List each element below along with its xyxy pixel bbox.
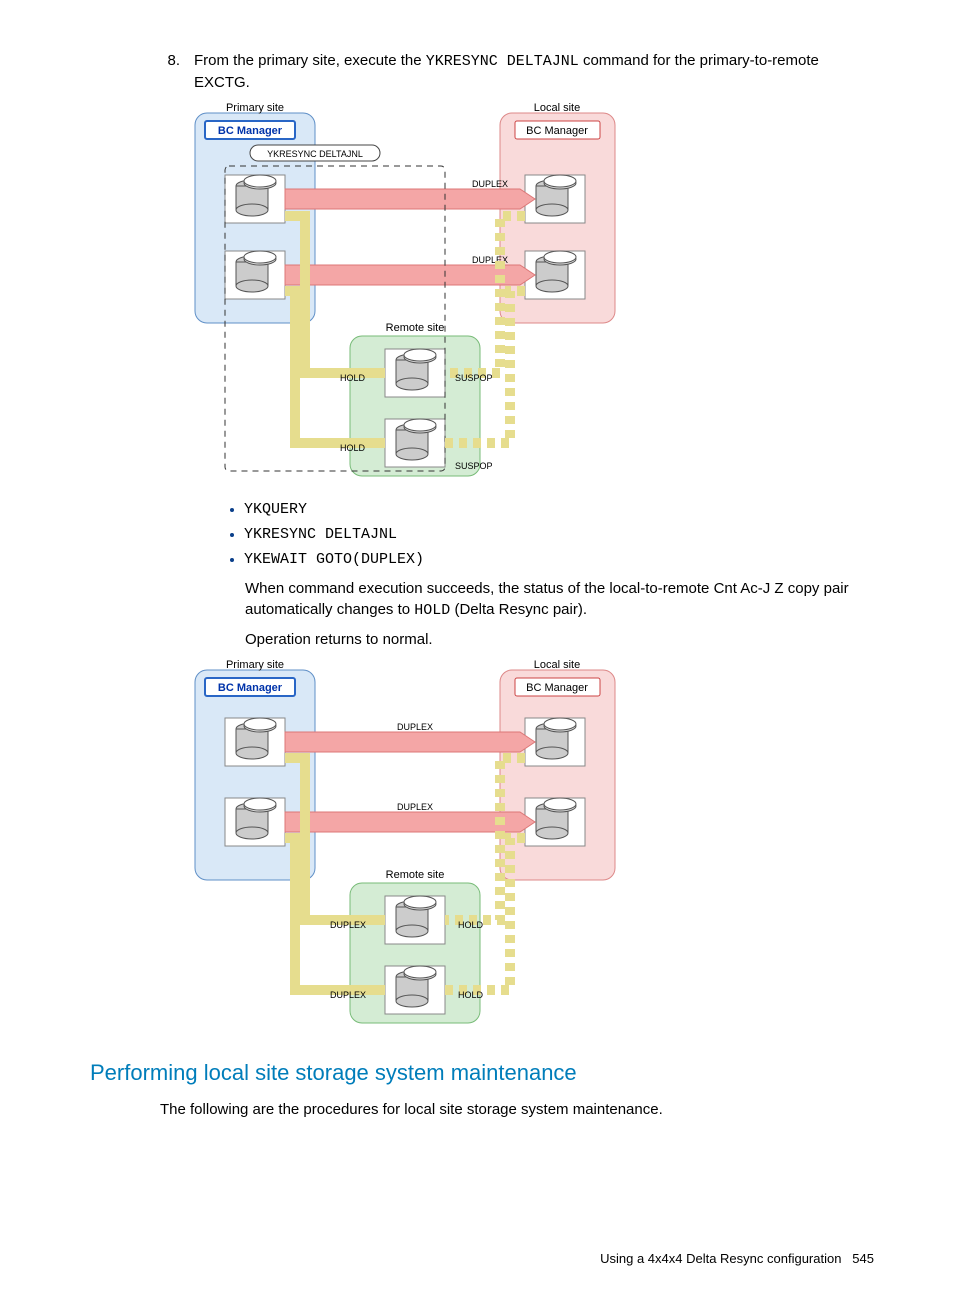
command-ykresync: YKRESYNC DELTAJNL: [244, 524, 894, 545]
diagram-2: Primary site BC Manager Local site BC Ma…: [190, 658, 894, 1034]
hold-label-1: HOLD: [340, 373, 366, 383]
primary-site-label: Primary site: [226, 102, 284, 114]
step-command: YKRESYNC DELTAJNL: [426, 53, 579, 70]
duplex-arrow-1b: [285, 732, 535, 752]
section-heading: Performing local site storage system mai…: [90, 1058, 894, 1089]
remote-cylinder-1b: [385, 896, 445, 944]
local-bc-manager-label: BC Manager: [526, 125, 588, 137]
footer-page: 545: [852, 1251, 874, 1266]
step-text-a: From the primary site, execute the: [194, 52, 426, 69]
footer-label: Using a 4x4x4 Delta Resync configuration: [600, 1251, 841, 1266]
section-paragraph: The following are the procedures for loc…: [160, 1099, 854, 1120]
duplex-label-2b: DUPLEX: [397, 802, 433, 812]
primary-cylinder-2: [225, 251, 285, 299]
primary-cylinder-1b: [225, 718, 285, 766]
local-site-label-2: Local site: [534, 659, 580, 671]
command-ykquery: YKQUERY: [244, 499, 894, 520]
primary-cylinder-2b: [225, 798, 285, 846]
page-footer: Using a 4x4x4 Delta Resync configuration…: [60, 1250, 894, 1268]
hold-label-2: HOLD: [340, 443, 366, 453]
command-list: YKQUERY YKRESYNC DELTAJNL YKEWAIT GOTO(D…: [190, 499, 894, 570]
diagram-1-svg: Primary site BC Manager YKRESYNC DELTAJN…: [190, 101, 620, 481]
remote-site-label: Remote site: [386, 322, 445, 334]
diagram-1: Primary site BC Manager YKRESYNC DELTAJN…: [190, 101, 894, 487]
step-8: 8. From the primary site, execute the YK…: [150, 50, 894, 93]
duplex-label-1b: DUPLEX: [397, 722, 433, 732]
duplex-lr-label-1: DUPLEX: [330, 920, 366, 930]
local-bc-manager-label-2: BC Manager: [526, 682, 588, 694]
result-paragraph: When command execution succeeds, the sta…: [245, 578, 854, 621]
step-text: From the primary site, execute the YKRES…: [194, 50, 894, 93]
primary-bc-manager-label: BC Manager: [218, 125, 283, 137]
primary-bc-manager-label-2: BC Manager: [218, 682, 283, 694]
diagram-2-svg: Primary site BC Manager Local site BC Ma…: [190, 658, 620, 1028]
return-paragraph: Operation returns to normal.: [245, 629, 854, 650]
ykresync-label: YKRESYNC DELTAJNL: [267, 149, 363, 159]
suspop-label-1: SUSPOP: [455, 373, 493, 383]
primary-cylinder-1: [225, 175, 285, 223]
step-number: 8.: [150, 50, 194, 93]
hold-lr-label-2: HOLD: [458, 990, 484, 1000]
result-hold: HOLD: [414, 602, 450, 619]
duplex-lr-label-2: DUPLEX: [330, 990, 366, 1000]
remote-site-label-2: Remote site: [386, 869, 445, 881]
primary-site-label-2: Primary site: [226, 659, 284, 671]
local-site-box-2: [500, 670, 615, 880]
duplex-arrow-1: [285, 189, 535, 209]
remote-cylinder-2: [385, 419, 445, 467]
command-ykewait: YKEWAIT GOTO(DUPLEX): [244, 549, 894, 570]
remote-cylinder-2b: [385, 966, 445, 1014]
suspop-label-2: SUSPOP: [455, 461, 493, 471]
remote-cylinder-1: [385, 349, 445, 397]
result-text-c: (Delta Resync pair).: [450, 601, 587, 618]
duplex-label-1: DUPLEX: [472, 179, 508, 189]
local-site-label: Local site: [534, 102, 580, 114]
hold-lr-label-1: HOLD: [458, 920, 484, 930]
